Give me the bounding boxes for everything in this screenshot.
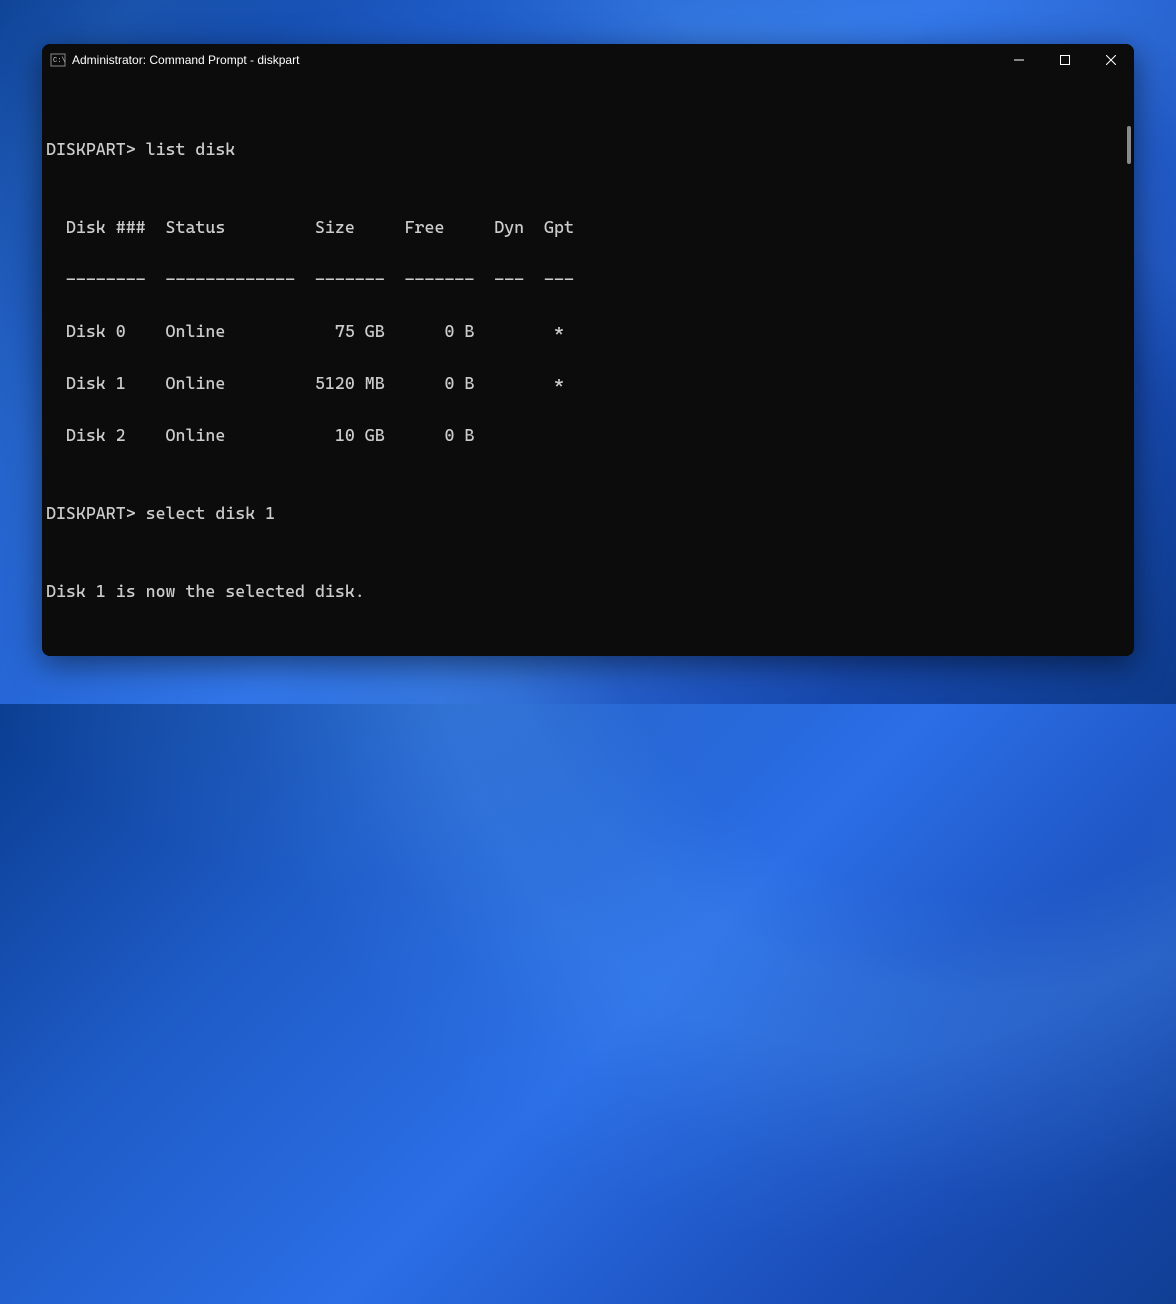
- terminal-output[interactable]: DISKPART> list disk Disk ### Status Size…: [42, 76, 1134, 656]
- terminal-line: DISKPART> list disk: [46, 136, 1122, 162]
- minimize-button[interactable]: [996, 44, 1042, 76]
- maximize-button[interactable]: [1042, 44, 1088, 76]
- cmd-icon: C:\: [50, 52, 66, 68]
- terminal-line: DISKPART> select disk 1: [46, 500, 1122, 526]
- terminal-line: Disk 1 Online 5120 MB 0 B *: [46, 370, 1122, 396]
- window-controls: [996, 44, 1134, 76]
- close-button[interactable]: [1088, 44, 1134, 76]
- terminal-line: -------- ------------- ------- ------- -…: [46, 266, 1122, 292]
- terminal-line: Disk 2 Online 10 GB 0 B: [46, 422, 1122, 448]
- window-title: Administrator: Command Prompt - diskpart: [72, 53, 996, 67]
- window-titlebar[interactable]: C:\ Administrator: Command Prompt - disk…: [42, 44, 1134, 76]
- terminal-line: Disk 0 Online 75 GB 0 B *: [46, 318, 1122, 344]
- terminal-line: Disk ### Status Size Free Dyn Gpt: [46, 214, 1122, 240]
- scrollbar-thumb[interactable]: [1127, 126, 1131, 164]
- terminal-line: Disk 1 is now the selected disk.: [46, 578, 1122, 604]
- command-prompt-window: C:\ Administrator: Command Prompt - disk…: [42, 44, 1134, 656]
- svg-text:C:\: C:\: [53, 57, 66, 65]
